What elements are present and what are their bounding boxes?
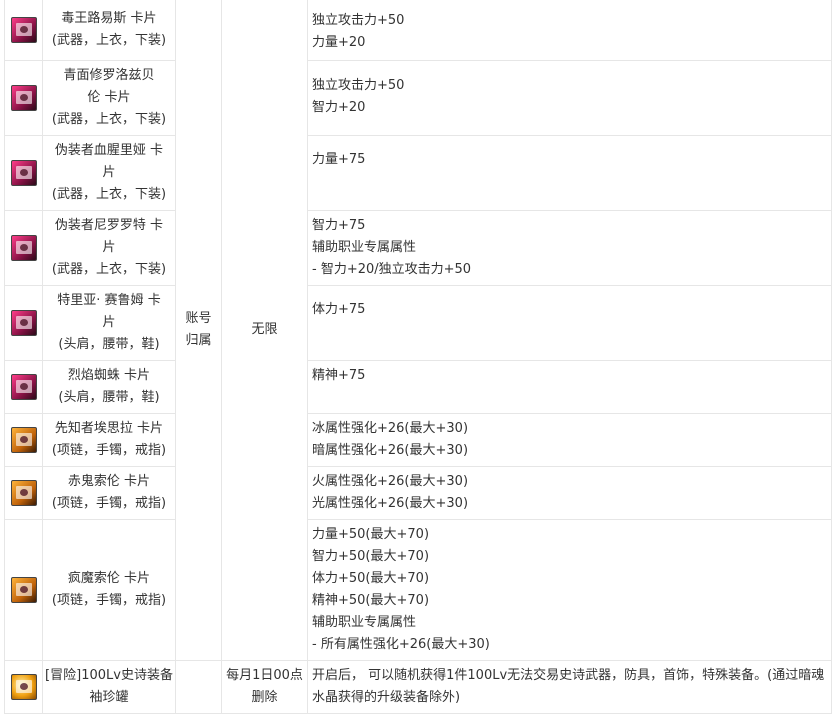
table-row: 伪装者尼罗罗特 卡 片 (武器，上衣，下装) 智力+75 辅助职业专属属性 - … [4,210,832,286]
pink-card-icon [10,235,37,261]
effect-cell: 精神+75 [307,360,832,414]
table-row: [冒险]100Lv史诗装备 袖珍罐 每月1日00点 删除 开启后， 可以随机获得… [4,660,832,714]
table-row: 赤鬼索伦 卡片 (项链，手镯，戒指) 火属性强化+26(最大+30) 光属性强化… [4,466,832,520]
effect-cell: 独立攻击力+50 力量+20 [307,0,832,61]
epic-jar-icon [10,674,37,700]
limit-cell: 无限 [221,0,308,661]
table-row: 毒王路易斯 卡片 (武器，上衣，下装) 账号 归属 无限 独立攻击力+50 力量… [4,0,832,661]
table-row: 疯魔索伦 卡片 (项链，手镯，戒指) 力量+50(最大+70) 智力+50(最大… [4,519,832,661]
orange-card-icon [10,480,37,506]
orange-card-icon [10,427,37,453]
effect-cell: 火属性强化+26(最大+30) 光属性强化+26(最大+30) [307,466,832,520]
effect-cell: 冰属性强化+26(最大+30) 暗属性强化+26(最大+30) [307,413,832,467]
attribution-cell: 账号 归属 [175,0,222,661]
effect-cell: 独立攻击力+50 智力+20 [307,60,832,136]
limit-cell: 每月1日00点 删除 [221,660,308,714]
attribution-cell [175,660,222,714]
pink-card-icon [10,374,37,400]
card-name: 毒王路易斯 卡片 [61,10,157,26]
table-row: 伪装者血腥里娅 卡 片 (武器，上衣，下装) 力量+75 [4,135,832,211]
pink-card-icon [10,85,37,111]
effect-cell: 力量+50(最大+70) 智力+50(最大+70) 体力+50(最大+70) 精… [307,519,832,661]
pink-card-icon [10,16,37,43]
pink-card-icon [10,160,37,186]
effect-cell: 开启后， 可以随机获得1件100Lv无法交易史诗武器，防具，首饰，特殊装备。(通… [307,660,832,714]
table-row: 烈焰蜘蛛 卡片 (头肩，腰带，鞋) 精神+75 [4,360,832,414]
effect-cell: 体力+75 [307,285,832,361]
effect-cell: 智力+75 辅助职业专属属性 - 智力+20/独立攻击力+50 [307,210,832,286]
table-row: 特里亚· 赛鲁姆 卡 片 (头肩，腰带，鞋) 体力+75 [4,285,832,361]
card-table: 毒王路易斯 卡片 (武器，上衣，下装) 账号 归属 无限 独立攻击力+50 力量… [4,0,832,714]
table-row: 青面修罗洛兹贝 伦 卡片 (武器，上衣，下装) 独立攻击力+50 智力+20 [4,60,832,136]
effect-cell: 力量+75 [307,135,832,211]
orange-card-icon [10,577,37,603]
card-slots: (武器，上衣，下装) [51,32,167,48]
table-row: 先知者埃思拉 卡片 (项链，手镯，戒指) 冰属性强化+26(最大+30) 暗属性… [4,413,832,467]
pink-card-icon [10,310,37,336]
